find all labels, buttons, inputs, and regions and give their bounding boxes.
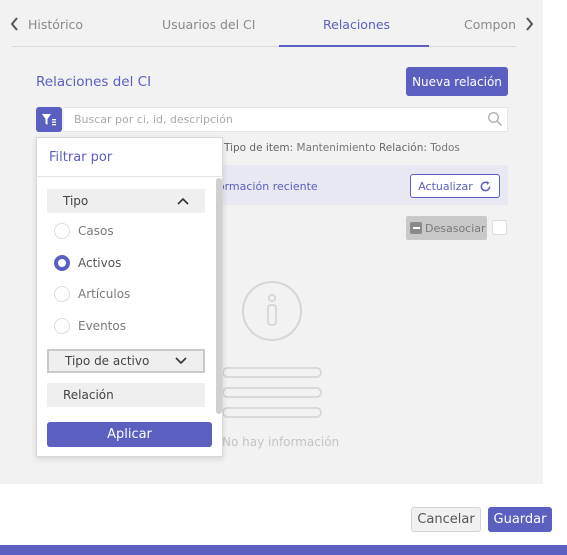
active-tab-indicator xyxy=(279,45,429,47)
option-eventos[interactable]: Eventos xyxy=(54,318,126,334)
info-icon xyxy=(242,281,302,341)
tipo-item-label: Tipo de item: xyxy=(224,142,294,154)
tab-componentes[interactable]: Compone xyxy=(464,17,516,32)
refresh-icon xyxy=(480,180,491,191)
option-articulos-label: Artículos xyxy=(78,287,131,301)
search-placeholder: Buscar por ci, id, descripción xyxy=(74,113,233,126)
cancel-button[interactable]: Cancelar xyxy=(411,507,481,532)
select-all-checkbox[interactable] xyxy=(492,220,507,235)
chevron-right-icon[interactable] xyxy=(523,16,535,32)
bottom-accent-bar xyxy=(0,545,567,555)
info-bar-text: formación reciente xyxy=(214,180,318,193)
filter-popup: Filtrar por Tipo Casos Activos Artículos… xyxy=(36,137,224,457)
filter-button[interactable] xyxy=(36,107,62,132)
refresh-button[interactable]: Actualizar xyxy=(410,174,500,198)
option-articulos[interactable]: Artículos xyxy=(54,286,130,302)
section-title: Relaciones del CI xyxy=(36,74,152,90)
relacion-label: Relación: xyxy=(378,142,427,154)
minus-square-icon xyxy=(410,222,422,234)
option-casos[interactable]: Casos xyxy=(54,223,114,239)
radio-eventos[interactable] xyxy=(54,318,70,334)
tab-relaciones[interactable]: Relaciones xyxy=(323,17,390,32)
chevron-down-icon xyxy=(175,357,187,365)
tipo-item-value: Mantenimiento xyxy=(296,142,376,154)
option-casos-label: Casos xyxy=(78,224,114,238)
filter-icon xyxy=(42,113,56,125)
tab-bar: Histórico Usuarios del CI Relaciones Com… xyxy=(0,0,543,48)
tab-usuarios-ci[interactable]: Usuarios del CI xyxy=(162,17,255,32)
tab-historico[interactable]: Histórico xyxy=(28,17,83,32)
radio-casos[interactable] xyxy=(54,223,70,239)
save-button[interactable]: Guardar xyxy=(488,507,552,532)
chevron-up-icon xyxy=(177,197,189,205)
option-activos-label: Activos xyxy=(78,256,122,270)
group-tipo-activo-label: Tipo de activo xyxy=(65,354,150,368)
relacion-value: Todos xyxy=(430,142,460,154)
group-relacion-label: Relación xyxy=(63,388,114,402)
radio-articulos[interactable] xyxy=(54,286,70,302)
group-tipo-header[interactable]: Tipo xyxy=(47,189,205,213)
disassociate-button[interactable]: Desasociar xyxy=(406,216,487,240)
option-eventos-label: Eventos xyxy=(78,319,126,333)
group-relacion-header[interactable]: Relación xyxy=(47,383,205,407)
filter-popup-title: Filtrar por xyxy=(49,150,113,165)
search-icon[interactable] xyxy=(487,111,503,127)
apply-button[interactable]: Aplicar xyxy=(47,422,212,447)
group-tipo-activo-header[interactable]: Tipo de activo xyxy=(47,349,205,373)
filter-popup-scrollbar[interactable] xyxy=(216,178,222,414)
group-tipo-label: Tipo xyxy=(63,194,89,208)
refresh-label: Actualizar xyxy=(418,179,473,193)
radio-activos[interactable] xyxy=(54,255,70,271)
dialog-root: Histórico Usuarios del CI Relaciones Com… xyxy=(0,0,567,555)
option-activos[interactable]: Activos xyxy=(54,255,121,271)
empty-state-illustration xyxy=(222,281,322,418)
empty-state-text: No hay información xyxy=(222,435,340,449)
filter-summary: Tipo de item: Mantenimiento Relación: To… xyxy=(224,142,460,154)
filter-popup-divider xyxy=(37,176,224,177)
new-relation-button[interactable]: Nueva relación xyxy=(406,67,508,96)
tab-divider xyxy=(12,46,516,47)
chevron-left-icon[interactable] xyxy=(9,16,21,32)
disassociate-label: Desasociar xyxy=(425,221,486,235)
